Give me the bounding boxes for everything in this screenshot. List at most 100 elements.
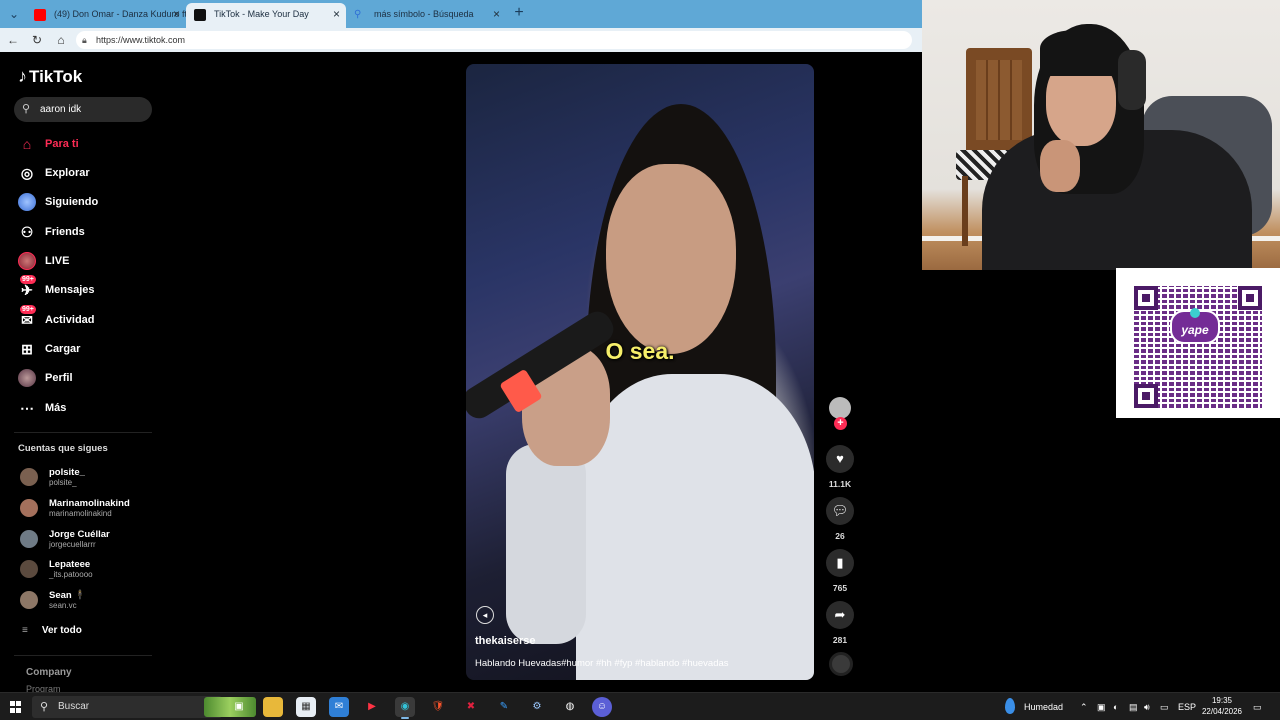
tab-search[interactable]: ⚲ más símbolo - Búsqueda × (346, 3, 506, 28)
volume-icon[interactable]: 🔊︎ (1144, 693, 1150, 720)
video-subtitle: O sea. (605, 338, 675, 364)
nav-item-actividad[interactable]: ✉ 99+ Actividad (18, 305, 95, 331)
comment-icon[interactable]: 💬︎ (826, 497, 854, 525)
tiktok-icon (194, 9, 206, 21)
volume-icon[interactable]: ◂ (476, 606, 494, 624)
taskbar-search[interactable]: ⚲ Buscar (32, 696, 256, 718)
back-arrow-icon[interactable]: ← (4, 31, 22, 49)
weather-label[interactable]: Humedad (1024, 693, 1063, 720)
steam-icon[interactable]: ⚙ (527, 697, 547, 717)
account-handle: jorgecuellarrr (49, 540, 96, 549)
video-player[interactable]: O sea. ◂ thekaiserse Hablando Huevadas#h… (466, 64, 814, 680)
nav-item-friends[interactable]: ⚇ Friends (18, 221, 85, 243)
nav-item-mensajes[interactable]: ✈ 99+ Mensajes (18, 275, 95, 301)
mail-icon[interactable]: ✉ (329, 697, 349, 717)
tiktok-logo[interactable]: ♪ TikTok (18, 66, 82, 87)
tab-list-chevron-icon[interactable]: ⌄ (4, 4, 24, 24)
nav-label: Más (45, 402, 67, 414)
following-account[interactable]: Jorge Cuéllar jorgecuellarrr (20, 526, 110, 552)
clock-date: 22/04/2026 (1201, 707, 1243, 716)
pen-app-icon[interactable]: ✎ (494, 697, 514, 717)
network-icon[interactable]: ▭ (1160, 693, 1169, 720)
see-all-link[interactable]: ≡ Ver todo (22, 625, 82, 636)
lock-icon: 🔒︎ (82, 35, 87, 45)
nav-item-live[interactable]: LIVE (18, 250, 69, 272)
following-account[interactable]: Sean 🕴 sean.vc (20, 587, 86, 613)
task-view-icon[interactable]: ▣ (229, 697, 249, 717)
qr-finder (1134, 286, 1158, 310)
account-name: Marinamolinakind (49, 498, 130, 509)
following-account[interactable]: Lepateee _its.patoooo (20, 556, 93, 582)
nav-label: Mensajes (45, 284, 95, 296)
search-icon: ⚲ (22, 103, 31, 115)
windows-start-icon[interactable] (10, 701, 22, 713)
tray-app-icon[interactable]: ▣ (1097, 693, 1106, 720)
bookmark-icon[interactable]: ▮ (826, 549, 854, 577)
nav-item-explorar[interactable]: ◎ Explorar (18, 162, 90, 184)
nav-item-mas[interactable]: ⋯ Más (18, 397, 66, 419)
following-account[interactable]: Marinamolinakind marinamolinakind (20, 495, 130, 521)
capcut-icon[interactable]: ✖ (461, 697, 481, 717)
webcam-overlay (922, 0, 1280, 270)
file-explorer-icon[interactable] (263, 697, 283, 717)
youtube-icon (34, 9, 46, 21)
music-disc-icon[interactable] (829, 652, 853, 676)
close-icon[interactable]: × (333, 3, 340, 26)
share-arrow-icon[interactable]: ➦ (826, 601, 854, 629)
youtube-app-icon[interactable]: ▶ (362, 697, 382, 717)
new-tab-plus-icon[interactable]: + (510, 4, 528, 24)
tab-youtube[interactable]: (49) Don Omar - Danza Kuduro ft × (26, 3, 186, 28)
avatar (20, 499, 38, 517)
brave-icon[interactable]: 🛡︎ (428, 697, 448, 717)
following-section-title: Cuentas que sigues (18, 443, 108, 454)
search-placeholder: Buscar (58, 701, 90, 712)
qr-code-panel: yape (1116, 268, 1280, 418)
tray-chevron-icon[interactable]: ⌃ (1080, 693, 1088, 720)
discord-icon[interactable]: ☺ (592, 697, 612, 717)
unread-badge: 99+ (20, 275, 36, 284)
language-indicator[interactable]: ESP (1178, 693, 1196, 720)
see-all-label: Ver todo (41, 625, 82, 636)
edge-browser-icon[interactable]: ◉ (395, 697, 415, 717)
nav-item-para-ti[interactable]: ⌂ Para ti (18, 133, 79, 155)
notification-icon[interactable]: ▭ (1253, 693, 1262, 720)
nav-item-perfil[interactable]: Perfil (18, 367, 73, 389)
following-account[interactable]: polsite_ polsite_ (20, 464, 85, 490)
close-icon[interactable]: × (493, 3, 500, 26)
search-input[interactable]: ⚲ aaron idk (14, 97, 152, 122)
url-field[interactable]: 🔒︎ https://www.tiktok.com (76, 31, 912, 49)
obs-icon[interactable]: ◍ (560, 697, 580, 717)
like-heart-icon[interactable]: ♥ (826, 445, 854, 473)
follow-plus-icon[interactable]: + (834, 417, 847, 430)
nav-item-cargar[interactable]: ⊞ Cargar (18, 338, 80, 360)
tray-app-icon[interactable]: ▤ (1129, 693, 1138, 720)
friends-icon: ⚇ (20, 224, 34, 240)
home-icon[interactable]: ⌂ (52, 31, 70, 49)
company-link[interactable]: Company (26, 667, 72, 678)
account-handle: polsite_ (49, 478, 77, 487)
tab-bar: ⌄ (49) Don Omar - Danza Kuduro ft × TikT… (0, 0, 922, 28)
store-icon[interactable]: ▦ (296, 697, 316, 717)
author-avatar[interactable] (829, 397, 851, 419)
video-description: Hablando Huevadas#humor #hh #fyp #hablan… (475, 658, 729, 669)
streamer-bangs (1040, 30, 1126, 76)
nav-item-siguiendo[interactable]: Siguiendo (18, 191, 98, 213)
url-text: https://www.tiktok.com (96, 35, 186, 45)
reload-icon[interactable]: ↻ (28, 31, 46, 49)
humidity-drop-icon[interactable] (1005, 698, 1015, 714)
unread-badge: 99+ (20, 305, 36, 314)
tab-tiktok[interactable]: TikTok - Make Your Day × (186, 3, 346, 28)
divider (14, 432, 152, 433)
screen: ⌄ (49) Don Omar - Danza Kuduro ft × TikT… (0, 0, 1280, 720)
nav-label: Explorar (45, 167, 90, 179)
program-link[interactable]: Program (26, 684, 61, 692)
clock[interactable]: 19:35 22/04/2026 (1200, 695, 1244, 717)
video-frame-shirt (576, 374, 814, 680)
tab-title: más símbolo - Búsqueda (374, 9, 474, 19)
tray-app-icon[interactable]: ◐ (1113, 693, 1118, 720)
taskbar: ⚲ Buscar ▣ ▦ ✉ ▶ ◉ 🛡︎ ✖ ✎ ⚙ ◍ ☺ Humedad … (0, 692, 1280, 720)
account-name: Lepateee (49, 559, 91, 570)
activity-icon: ✉ 99+ (20, 305, 36, 328)
close-icon[interactable]: × (173, 3, 180, 26)
video-author[interactable]: thekaiserse (475, 635, 536, 647)
